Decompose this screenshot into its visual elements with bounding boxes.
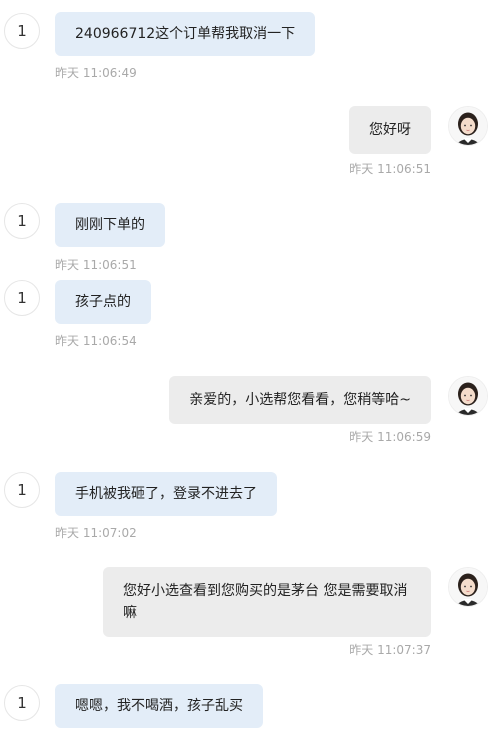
customer-avatar[interactable]: 1 xyxy=(4,685,40,721)
customer-avatar[interactable]: 1 xyxy=(4,203,40,239)
agent-avatar-icon xyxy=(449,107,487,145)
agent-avatar[interactable] xyxy=(448,567,488,607)
message-timestamp: 昨天 11:06:49 xyxy=(55,66,137,80)
message-bubble[interactable]: 刚刚下单的 xyxy=(55,203,165,247)
message-bubble[interactable]: 您好呀 xyxy=(349,106,431,154)
agent-avatar-icon xyxy=(449,568,487,606)
customer-avatar[interactable]: 1 xyxy=(4,472,40,508)
customer-avatar[interactable]: 1 xyxy=(4,280,40,316)
message-timestamp: 昨天 11:07:02 xyxy=(55,526,137,540)
message-timestamp: 昨天 11:06:59 xyxy=(349,430,431,444)
chat-thread: 1 240966712这个订单帮我取消一下 昨天 11:06:49 您好呀 昨天… xyxy=(0,0,495,734)
message-timestamp: 昨天 11:06:51 xyxy=(55,258,137,272)
message-bubble[interactable]: 孩子点的 xyxy=(55,280,151,324)
message-bubble[interactable]: 手机被我砸了，登录不进去了 xyxy=(55,472,277,516)
agent-avatar[interactable] xyxy=(448,106,488,146)
message-timestamp: 昨天 11:06:54 xyxy=(55,334,137,348)
message-bubble[interactable]: 240966712这个订单帮我取消一下 xyxy=(55,12,316,56)
agent-avatar[interactable] xyxy=(448,376,488,416)
customer-avatar[interactable]: 1 xyxy=(4,13,40,49)
message-bubble[interactable]: 亲爱的，小选帮您看看，您稍等哈~ xyxy=(169,376,431,424)
agent-avatar-icon xyxy=(449,377,487,415)
message-timestamp: 昨天 11:06:51 xyxy=(349,162,431,176)
message-timestamp: 昨天 11:07:37 xyxy=(349,643,431,657)
message-bubble[interactable]: 您好小选查看到您购买的是茅台 您是需要取消嘛 xyxy=(103,567,431,637)
message-bubble[interactable]: 嗯嗯，我不喝酒，孩子乱买 xyxy=(55,684,263,728)
